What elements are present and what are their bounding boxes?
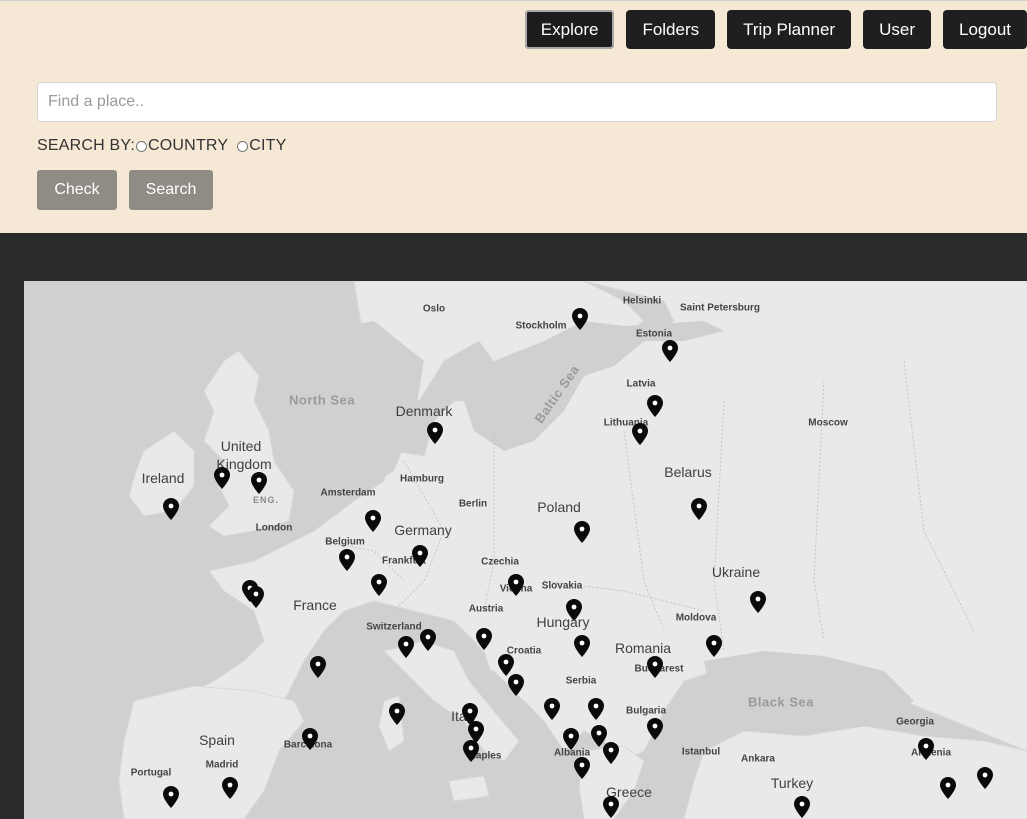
top-nav: Explore Folders Trip Planner User Logout <box>513 10 1027 49</box>
map-pin-icon[interactable] <box>427 422 443 444</box>
map-label-latvia: Latvia <box>626 378 656 390</box>
nav-logout-button[interactable]: Logout <box>943 10 1027 49</box>
map-pin-icon[interactable] <box>248 586 264 608</box>
map-label-ukraine: Ukraine <box>711 564 761 580</box>
map-pin-icon[interactable] <box>647 718 663 740</box>
map-pin-icon[interactable] <box>566 599 582 621</box>
map-label-oslo: Oslo <box>422 303 446 315</box>
map-pin-icon[interactable] <box>463 740 479 762</box>
map-label-austria: Austria <box>468 603 504 615</box>
country-radio[interactable] <box>136 140 148 152</box>
map-pin-icon[interactable] <box>574 635 590 657</box>
city-radio[interactable] <box>237 140 249 152</box>
map-pin-icon[interactable] <box>574 521 590 543</box>
map-label-stockholm: Stockholm <box>515 320 567 332</box>
map-pin-icon[interactable] <box>508 674 524 696</box>
map-label-estonia: Estonia <box>635 328 673 340</box>
map-label-romania: Romania <box>614 640 672 656</box>
map-label-france: France <box>293 597 337 613</box>
map-pin-icon[interactable] <box>508 574 524 596</box>
map-pin-icon[interactable] <box>339 549 355 571</box>
nav-user-button[interactable]: User <box>863 10 931 49</box>
map-pin-icon[interactable] <box>750 591 766 613</box>
map-pin-icon[interactable] <box>706 635 722 657</box>
map-pin-icon[interactable] <box>918 738 934 760</box>
map-label-bulgaria: Bulgaria <box>625 705 667 717</box>
map-label-hamburg: Hamburg <box>400 473 444 485</box>
nav-explore-button[interactable]: Explore <box>524 10 615 49</box>
map-label-berlin: Berlin <box>458 498 488 510</box>
map-pin-icon[interactable] <box>310 656 326 678</box>
map-pin-icon[interactable] <box>603 742 619 764</box>
map-label-ankara: Ankara <box>741 753 775 765</box>
map-pin-icon[interactable] <box>163 786 179 808</box>
map-pin-icon[interactable] <box>302 728 318 750</box>
map-pin-icon[interactable] <box>389 703 405 725</box>
map-pin-icon[interactable] <box>977 767 993 789</box>
map-pin-icon[interactable] <box>412 545 428 567</box>
map-label-north-sea: North Sea <box>289 392 355 408</box>
map-pin-icon[interactable] <box>940 777 956 799</box>
search-button[interactable]: Search <box>129 170 213 210</box>
map-pin-icon[interactable] <box>563 728 579 750</box>
place-search-input[interactable] <box>37 82 997 122</box>
map-label-moscow: Moscow <box>808 417 848 429</box>
map-label-portugal: Portugal <box>130 767 172 779</box>
map-pin-icon[interactable] <box>662 340 678 362</box>
map-label-serbia: Serbia <box>565 675 597 687</box>
map-label-ireland: Ireland <box>141 470 185 486</box>
map-pin-icon[interactable] <box>214 467 230 489</box>
map-pin-icon[interactable] <box>251 472 267 494</box>
search-by-group: SEARCH BY: COUNTRY CITY <box>37 137 287 155</box>
map-label-amsterdam: Amsterdam <box>320 487 376 499</box>
map-pin-icon[interactable] <box>647 656 663 678</box>
map-label-belgium: Belgium <box>325 536 365 548</box>
map-pin-icon[interactable] <box>588 698 604 720</box>
map-label-switzerland: Switzerland <box>366 621 422 633</box>
map-pin-icon[interactable] <box>476 628 492 650</box>
map-label-moldova: Moldova <box>675 612 717 624</box>
map-label-eng: ENG. <box>252 495 280 505</box>
city-radio-label: CITY <box>249 137 287 154</box>
map-pin-icon[interactable] <box>398 636 414 658</box>
check-button[interactable]: Check <box>37 170 117 210</box>
map-label-saint-petersburg: Saint Petersburg <box>679 302 761 314</box>
map-pin-icon[interactable] <box>603 796 619 818</box>
map-label-germany: Germany <box>394 522 452 538</box>
map-pin-icon[interactable] <box>498 654 514 676</box>
europe-map[interactable]: Oslo Stockholm Helsinki Saint Petersburg… <box>24 281 1027 819</box>
map-label-madrid: Madrid <box>205 759 239 771</box>
map-pin-icon[interactable] <box>544 698 560 720</box>
map-pin-icon[interactable] <box>163 498 179 520</box>
map-label-slovakia: Slovakia <box>541 580 583 592</box>
map-label-london: London <box>255 522 293 534</box>
map-pin-icon[interactable] <box>632 423 648 445</box>
map-label-istanbul: Istanbul <box>681 746 721 758</box>
map-pin-icon[interactable] <box>222 777 238 799</box>
map-label-belarus: Belarus <box>664 464 712 480</box>
header-panel: Explore Folders Trip Planner User Logout… <box>0 0 1027 233</box>
map-pin-icon[interactable] <box>420 629 436 651</box>
map-label-denmark: Denmark <box>395 403 453 419</box>
map-label-spain: Spain <box>199 732 235 748</box>
map-label-georgia: Georgia <box>896 716 934 728</box>
country-radio-label: COUNTRY <box>148 137 229 154</box>
map-label-black-sea: Black Sea <box>748 694 814 710</box>
map-label-united: United <box>220 438 262 454</box>
map-pin-icon[interactable] <box>365 510 381 532</box>
map-label-turkey: Turkey <box>770 775 814 791</box>
nav-folders-button[interactable]: Folders <box>626 10 716 49</box>
map-label-poland: Poland <box>537 499 581 515</box>
map-pin-icon[interactable] <box>572 308 588 330</box>
map-pin-icon[interactable] <box>574 757 590 779</box>
map-land-shapes <box>118 281 1027 819</box>
map-pin-icon[interactable] <box>794 796 810 818</box>
map-pin-icon[interactable] <box>691 498 707 520</box>
map-label-czechia: Czechia <box>481 556 519 568</box>
map-label-helsinki: Helsinki <box>622 295 662 307</box>
search-by-label: SEARCH BY: <box>37 137 136 154</box>
map-pin-icon[interactable] <box>647 395 663 417</box>
map-pin-icon[interactable] <box>371 574 387 596</box>
nav-trip-planner-button[interactable]: Trip Planner <box>727 10 852 49</box>
